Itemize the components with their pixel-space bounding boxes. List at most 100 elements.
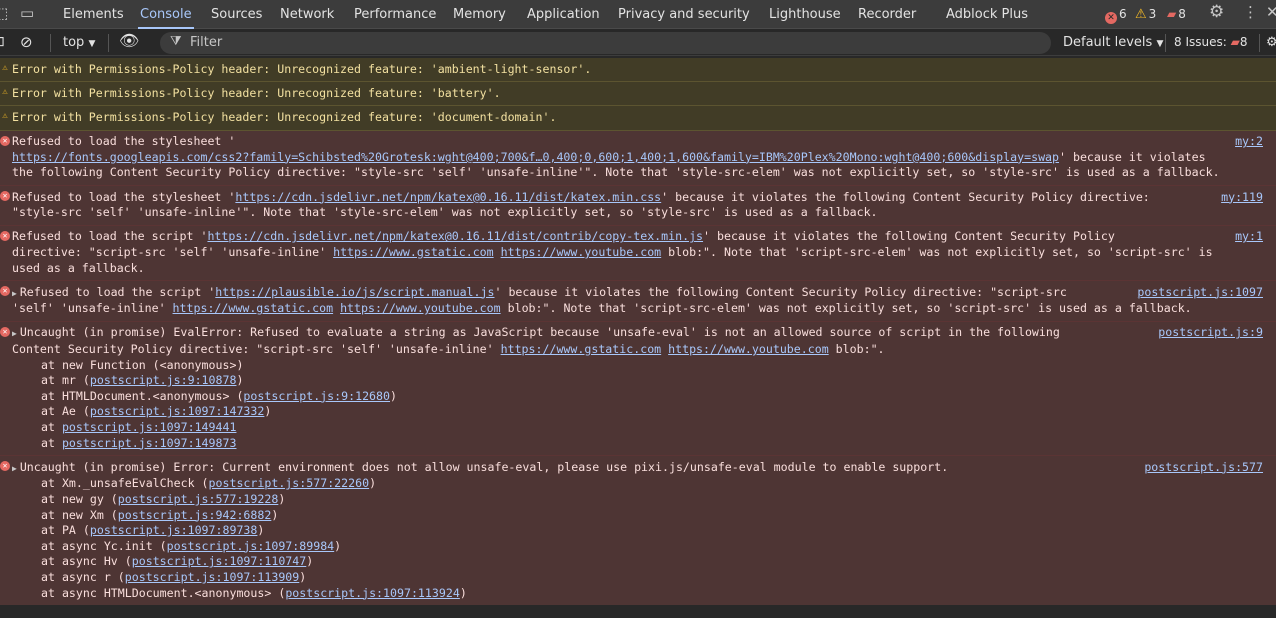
error-icon: ✕: [0, 230, 10, 241]
warning-icon: ⚠: [2, 111, 8, 122]
frame-text: ): [390, 388, 397, 403]
stack-frame: at async Hv (postscript.js:1097:110747): [12, 554, 1268, 570]
warning-counter[interactable]: ⚠ 3: [1135, 7, 1156, 22]
frame-text: at new Function (<anonymous>): [41, 357, 244, 372]
console-error[interactable]: ✕ postscript.js:9 ▶ Uncaught (in promise) E…: [0, 321, 1276, 457]
source-link[interactable]: my:119: [1215, 189, 1263, 206]
stack-trace: at new Function (<anonymous>) at mr (post…: [12, 358, 1268, 452]
filter-placeholder: Filter: [190, 35, 223, 50]
frame-source-link[interactable]: postscript.js:1097:149441: [62, 420, 237, 434]
stack-frame: at Ae (postscript.js:1097:147332): [12, 404, 1268, 420]
expand-triangle-icon[interactable]: ▶: [12, 464, 17, 473]
url-link[interactable]: https://www.youtube.com: [501, 245, 662, 259]
issues-count: 8: [1178, 7, 1186, 21]
frame-source-link[interactable]: postscript.js:1097:149873: [62, 436, 237, 450]
frame-text: at new Xm (: [41, 507, 118, 522]
frame-source-link[interactable]: postscript.js:942:6882: [118, 508, 272, 522]
url-link[interactable]: https://www.gstatic.com: [333, 245, 494, 259]
frame-source-link[interactable]: postscript.js:1097:147332: [90, 404, 265, 418]
frame-source-link[interactable]: postscript.js:1097:89738: [90, 523, 258, 537]
inspect-element-icon[interactable]: ⬚: [0, 4, 8, 22]
tab-memory[interactable]: Memory: [453, 0, 506, 29]
source-link[interactable]: postscript.js:1097: [1131, 284, 1263, 301]
frame-source-link[interactable]: postscript.js:1097:89984: [167, 539, 335, 553]
tab-privacy-and-security[interactable]: Privacy and security: [618, 0, 750, 29]
error-icon: ✕: [0, 326, 10, 337]
url-link[interactable]: https://www.youtube.com: [340, 301, 501, 315]
tab-sources[interactable]: Sources: [211, 0, 262, 29]
context-selector[interactable]: top ▼: [63, 34, 95, 53]
expand-triangle-icon[interactable]: ▶: [12, 289, 17, 298]
tab-recorder[interactable]: Recorder: [858, 0, 916, 29]
url-link[interactable]: https://cdn.jsdelivr.net/npm/katex@0.16.…: [207, 229, 703, 243]
tab-network[interactable]: Network: [280, 0, 334, 29]
url-link[interactable]: https://fonts.googleapis.com/css2?family…: [12, 150, 1059, 164]
frame-text: ): [278, 492, 286, 506]
console-error[interactable]: ✕ postscript.js:577 ▶ Uncaught (in promise)…: [0, 456, 1276, 606]
url-link[interactable]: https://cdn.jsdelivr.net/npm/katex@0.16.…: [235, 190, 661, 204]
tab-application[interactable]: Application: [527, 0, 600, 29]
eye-icon[interactable]: 👁: [119, 32, 139, 49]
tab-adblock-plus[interactable]: Adblock Plus: [946, 0, 1028, 29]
frame-text: at HTMLDocument.<anonymous> (: [41, 388, 244, 403]
stack-frame: at new Function (<anonymous>): [12, 358, 1268, 374]
source-link[interactable]: my:2: [1229, 134, 1263, 150]
source-link[interactable]: my:1: [1229, 229, 1263, 245]
frame-text: at PA (: [41, 523, 90, 538]
divider: [1259, 34, 1260, 52]
issues-count: 8: [1239, 35, 1248, 49]
url-link[interactable]: https://plausible.io/js/script.manual.js: [215, 285, 494, 299]
tab-elements[interactable]: Elements: [63, 0, 124, 29]
gear-icon[interactable]: ⚙: [1209, 3, 1224, 21]
error-icon: ✕: [0, 135, 10, 146]
url-link[interactable]: https://www.gstatic.com: [173, 301, 334, 315]
console-warning: ⚠ Error with Permissions-Policy header: U…: [0, 106, 1276, 131]
filter-input[interactable]: ⧩ Filter: [160, 32, 1051, 54]
tab-console[interactable]: Console: [138, 0, 194, 29]
console-error: ✕ my:2 Refused to load the stylesheet ' ht…: [0, 130, 1276, 186]
issues-button[interactable]: 8 Issues: ▰8: [1174, 34, 1247, 51]
message-text: Refused to load the stylesheet ': [12, 134, 236, 149]
more-options-icon[interactable]: ⋮: [1243, 3, 1258, 21]
console-error[interactable]: ✕ postscript.js:1097 ▶ Refused to load the …: [0, 281, 1276, 322]
message-text: blob:". Note that 'script-src-elem' was …: [500, 301, 1192, 316]
message-text: Error with Permissions-Policy header: Un…: [12, 61, 592, 76]
frame-text: ): [369, 476, 377, 491]
frame-source-link[interactable]: postscript.js:9:10878: [90, 373, 237, 387]
frame-source-link[interactable]: postscript.js:1097:113924: [285, 586, 460, 600]
source-link[interactable]: postscript.js:9: [1152, 325, 1263, 342]
url-link[interactable]: https://www.youtube.com: [668, 342, 829, 356]
frame-text: at: [41, 435, 62, 450]
close-icon[interactable]: ✕: [1266, 3, 1276, 21]
console-toolbar: ⊡ ⊘ top ▼ 👁 ⧩ Filter Default levels ▼ 8 …: [0, 30, 1276, 56]
frame-text: ): [264, 404, 272, 419]
stack-frame: at async Yc.init (postscript.js:1097:899…: [12, 539, 1268, 555]
frame-source-link[interactable]: postscript.js:577:22260: [209, 476, 370, 490]
issues-counter[interactable]: ▰ 8: [1167, 7, 1186, 21]
frame-source-link[interactable]: postscript.js:577:19228: [118, 492, 279, 506]
expand-triangle-icon[interactable]: ▶: [12, 329, 17, 338]
tab-performance[interactable]: Performance: [354, 0, 436, 29]
frame-text: at async HTMLDocument.<anonymous> (: [41, 585, 286, 600]
frame-text: ): [299, 569, 307, 584]
stack-frame: at async HTMLDocument.<anonymous> (posts…: [12, 586, 1268, 602]
frame-source-link[interactable]: postscript.js:9:12680: [243, 389, 390, 403]
divider: [1165, 34, 1166, 52]
issues-icon: ▰: [1167, 7, 1177, 21]
error-icon: ✕: [0, 461, 10, 472]
frame-source-link[interactable]: postscript.js:1097:110747: [132, 554, 307, 568]
device-toolbar-icon[interactable]: ▭: [20, 4, 34, 22]
stack-trace: at Xm._unsafeEvalCheck (postscript.js:57…: [12, 476, 1268, 601]
frame-text: at new gy (: [41, 492, 118, 506]
sidebar-toggle-icon[interactable]: ⊡: [0, 34, 5, 51]
url-link[interactable]: https://www.gstatic.com: [501, 342, 662, 356]
error-counter[interactable]: ✕ 6: [1105, 7, 1127, 24]
log-levels-dropdown[interactable]: Default levels ▼: [1063, 34, 1163, 53]
divider: [108, 34, 109, 52]
source-link[interactable]: postscript.js:577: [1138, 459, 1263, 476]
tab-lighthouse[interactable]: Lighthouse: [769, 0, 841, 29]
frame-source-link[interactable]: postscript.js:1097:113909: [125, 570, 300, 584]
console-settings-icon[interactable]: ⚙: [1266, 34, 1276, 51]
clear-console-icon[interactable]: ⊘: [20, 34, 33, 51]
message-text: Error with Permissions-Policy header: Un…: [12, 85, 501, 100]
